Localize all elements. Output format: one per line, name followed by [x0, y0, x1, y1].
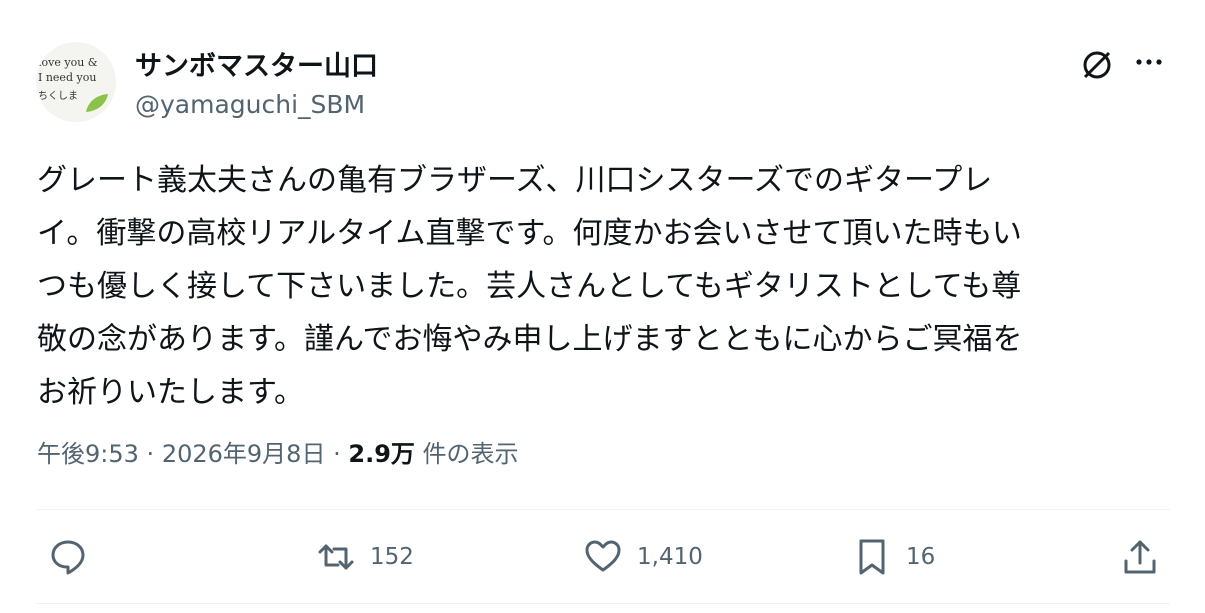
- bookmark-icon: [859, 539, 885, 575]
- post-text-line: お祈りいたします。: [37, 375, 304, 410]
- post-meta: 午後9:53 · 2026年9月8日 · 2.9万 件の表示: [37, 434, 519, 469]
- post-text-line: イ。衝撃の高校リアルタイム直撃です。何度かお会いさせて頂いた時もい: [37, 216, 1022, 251]
- retweet-icon: [318, 544, 354, 570]
- post-text-line: 敬の念があります。謹んでお悔やみ申し上げますとともに心からご冥福を: [37, 322, 1023, 357]
- grok-icon[interactable]: [1080, 48, 1114, 82]
- meta-separator: ·: [146, 440, 155, 468]
- post-date[interactable]: 2026年9月8日: [162, 440, 326, 468]
- views-label[interactable]: 件の表示: [423, 440, 519, 468]
- avatar-leaf-icon: [86, 94, 108, 112]
- post-text-line: つも優しく接して下さいました。芸人さんとしてもギタリストとしても尊: [37, 269, 1022, 304]
- post-time[interactable]: 午後9:53: [37, 440, 139, 468]
- reply-button[interactable]: [48, 533, 88, 581]
- post-text: グレート義太夫さんの亀有ブラザーズ、川口シスターズでのギタープレ イ。衝撃の高校…: [37, 154, 1172, 419]
- share-button[interactable]: [1120, 533, 1160, 581]
- divider: [37, 603, 1170, 604]
- like-count: 1,410: [637, 544, 703, 570]
- like-button[interactable]: 1,410: [583, 533, 703, 581]
- meta-separator: ·: [333, 440, 341, 468]
- views-count[interactable]: 2.9万: [348, 440, 415, 468]
- divider: [37, 509, 1170, 510]
- post-text-line: グレート義太夫さんの亀有ブラザーズ、川口シスターズでのギタープレ: [37, 163, 993, 198]
- author-display-name[interactable]: サンボマスター山口: [135, 44, 378, 83]
- like-icon: [585, 540, 621, 572]
- avatar[interactable]: love you & I need you ちくしま: [36, 42, 116, 122]
- retweet-button[interactable]: 152: [316, 533, 414, 581]
- author-handle[interactable]: @yamaguchi_SBM: [135, 90, 365, 119]
- more-icon[interactable]: [1132, 52, 1166, 72]
- bookmark-button[interactable]: 16: [852, 533, 935, 581]
- reply-icon: [51, 540, 85, 575]
- avatar-text-line: I need you: [38, 71, 97, 84]
- avatar-text-line: ちくしま: [38, 91, 78, 102]
- bookmark-count: 16: [906, 544, 936, 570]
- avatar-text-line: love you &: [38, 56, 98, 69]
- share-icon: [1124, 540, 1156, 574]
- retweet-count: 152: [370, 544, 414, 570]
